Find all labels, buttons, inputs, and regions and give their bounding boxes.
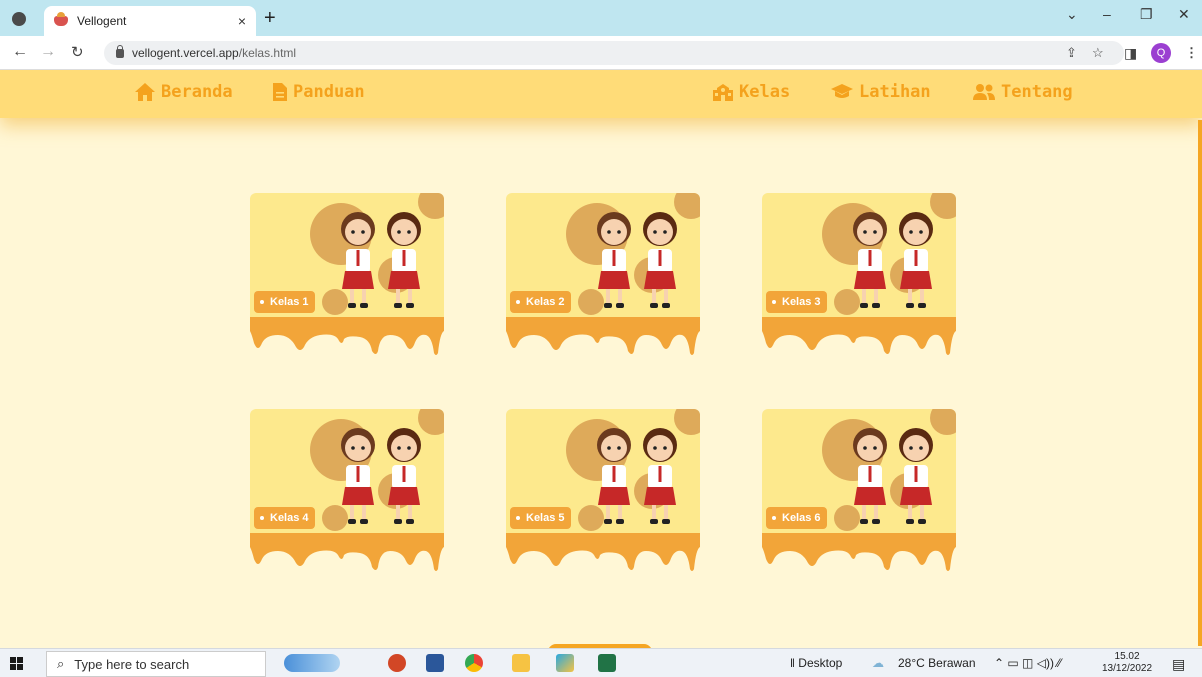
- weather-text[interactable]: 28°C Berawan: [898, 656, 976, 670]
- student-illustration: [341, 212, 375, 308]
- menu-kebab-icon[interactable]: ⋮: [1185, 45, 1198, 61]
- class-label-text: Kelas 3: [782, 296, 821, 308]
- clock-time: 15.02: [1114, 651, 1140, 662]
- lock-icon: [116, 44, 124, 58]
- file-explorer-icon[interactable]: [512, 654, 530, 672]
- class-label: Kelas 2: [510, 291, 571, 313]
- new-tab-button[interactable]: +: [264, 8, 276, 28]
- nav-kelas[interactable]: Kelas: [712, 82, 790, 102]
- document-icon: [273, 83, 287, 101]
- bookmark-star-icon[interactable]: ☆: [1092, 45, 1104, 61]
- class-label: Kelas 4: [254, 507, 315, 529]
- url-field[interactable]: vellogent.vercel.app/kelas.html: [104, 41, 1124, 65]
- app-icon[interactable]: [556, 654, 574, 672]
- minimize-button[interactable]: –: [1103, 6, 1111, 22]
- class-card-4[interactable]: Kelas 4: [250, 409, 446, 579]
- student-illustration: [899, 428, 933, 524]
- url-path: /kelas.html: [238, 46, 297, 60]
- tab-title: Vellogent: [77, 14, 127, 28]
- home-icon: [135, 83, 155, 101]
- class-card-5[interactable]: Kelas 5: [506, 409, 702, 579]
- taskbar-clock[interactable]: 15.02 13/12/2022: [1102, 651, 1152, 675]
- cloud-icon: ☁: [872, 656, 884, 670]
- users-icon: [973, 84, 995, 100]
- tray-icons[interactable]: ⌃ ▭ ◫ ◁)) ⁄⁄: [994, 656, 1061, 670]
- class-label-text: Kelas 4: [270, 512, 309, 524]
- tab-search-icon[interactable]: ⌄: [1066, 6, 1078, 23]
- student-illustration: [853, 428, 887, 524]
- class-card-1[interactable]: Kelas 1: [250, 193, 446, 363]
- clock-date: 13/12/2022: [1102, 663, 1153, 674]
- student-illustration: [341, 428, 375, 524]
- taskbar-search-placeholder: Type here to search: [74, 656, 190, 672]
- nav-latihan-label: Latihan: [859, 82, 931, 102]
- site-navbar: Beranda Panduan Kelas Latihan Tentang: [0, 70, 1202, 118]
- favicon-icon: [54, 12, 68, 26]
- forward-icon[interactable]: →: [40, 43, 56, 61]
- desktop-toolbar[interactable]: ‖ Desktop: [790, 656, 842, 670]
- student-illustration: [643, 212, 677, 308]
- student-illustration: [643, 428, 677, 524]
- browser-tab-strip: Vellogent × + ⌄ – ❐ ✕: [0, 0, 1202, 36]
- student-illustration: [387, 212, 421, 308]
- excel-icon[interactable]: [598, 654, 616, 672]
- side-panel-icon[interactable]: ◨: [1124, 45, 1137, 62]
- notification-icon[interactable]: ▤: [1172, 656, 1185, 673]
- school-icon: [713, 84, 733, 101]
- url-host: vellogent.vercel.app: [132, 46, 239, 60]
- scrollbar[interactable]: [1198, 120, 1202, 646]
- page-content: Beranda Panduan Kelas Latihan Tentang Ke…: [0, 70, 1202, 648]
- nav-kelas-label: Kelas: [739, 82, 791, 102]
- honey-drip-decoration: [506, 533, 700, 571]
- nav-panduan[interactable]: Panduan: [272, 82, 365, 102]
- browser-tab[interactable]: Vellogent ×: [44, 6, 256, 36]
- student-illustration: [597, 428, 631, 524]
- nav-latihan[interactable]: Latihan: [830, 82, 931, 102]
- honey-drip-decoration: [762, 533, 956, 571]
- student-illustration: [899, 212, 933, 308]
- chrome-icon[interactable]: [465, 654, 483, 672]
- nav-tentang-label: Tentang: [1001, 82, 1073, 102]
- search-icon: ⌕: [57, 656, 65, 671]
- powerpoint-icon[interactable]: [388, 654, 406, 672]
- student-illustration: [853, 212, 887, 308]
- student-illustration: [597, 212, 631, 308]
- desktop-label: Desktop: [798, 656, 843, 670]
- news-widget-icon[interactable]: [284, 654, 340, 672]
- back-icon[interactable]: ←: [12, 43, 28, 61]
- nav-beranda-label: Beranda: [161, 82, 233, 102]
- class-label: Kelas 1: [254, 291, 315, 313]
- class-card-6[interactable]: Kelas 6: [762, 409, 958, 579]
- tab-close-icon[interactable]: ×: [238, 13, 246, 29]
- class-label: Kelas 3: [766, 291, 827, 313]
- share-icon[interactable]: ⇪: [1066, 45, 1077, 61]
- close-window-button[interactable]: ✕: [1178, 6, 1190, 23]
- honey-drip-decoration: [506, 317, 700, 355]
- windows-start-icon[interactable]: [10, 657, 24, 671]
- class-card-2[interactable]: Kelas 2: [506, 193, 702, 363]
- class-label: Kelas 6: [766, 507, 827, 529]
- honey-drip-decoration: [250, 533, 444, 571]
- word-icon[interactable]: [426, 654, 444, 672]
- honey-drip-decoration: [250, 317, 444, 355]
- honey-drip-decoration: [762, 317, 956, 355]
- class-label-text: Kelas 6: [782, 512, 821, 524]
- class-label: Kelas 5: [510, 507, 571, 529]
- class-label-text: Kelas 1: [270, 296, 309, 308]
- student-illustration: [387, 428, 421, 524]
- restore-button[interactable]: ❐: [1140, 6, 1153, 23]
- address-bar: ← → ↻ vellogent.vercel.app/kelas.html ⇪ …: [0, 36, 1202, 70]
- profile-avatar[interactable]: Q: [1151, 43, 1171, 63]
- nav-beranda[interactable]: Beranda: [134, 82, 233, 102]
- nav-panduan-label: Panduan: [293, 82, 365, 102]
- windows-taskbar: ⌕ Type here to search ‖ Desktop ☁ 28°C B…: [0, 648, 1202, 677]
- reload-icon[interactable]: ↻: [71, 43, 84, 61]
- class-card-3[interactable]: Kelas 3: [762, 193, 958, 363]
- graduation-cap-icon: [831, 84, 853, 98]
- class-label-text: Kelas 5: [526, 512, 565, 524]
- taskbar-search-input[interactable]: ⌕ Type here to search: [46, 651, 266, 677]
- nav-tentang[interactable]: Tentang: [972, 82, 1073, 102]
- browser-profile-dot[interactable]: [12, 12, 26, 26]
- class-label-text: Kelas 2: [526, 296, 565, 308]
